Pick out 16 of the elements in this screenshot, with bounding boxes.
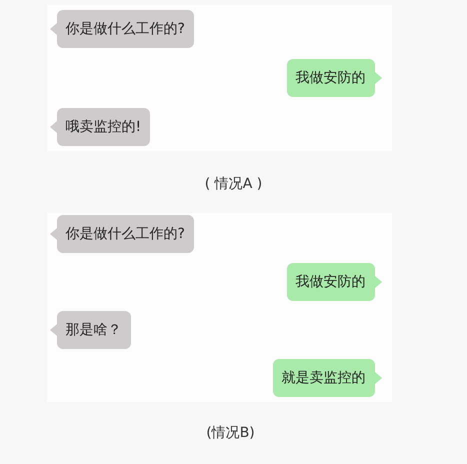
message-bubble: 那是啥？ <box>56 311 130 349</box>
caption: (情况B) <box>206 424 255 442</box>
bubble-tail-icon <box>50 23 56 35</box>
bubble-tail-icon <box>50 228 56 240</box>
message-bubble: 我做安防的 <box>286 263 374 301</box>
bubble-tail-icon <box>374 372 382 384</box>
bubble-tail-icon <box>374 276 382 288</box>
caption: ( 情况A ) <box>204 175 262 193</box>
bubble-tail-icon <box>50 324 56 336</box>
message-bubble: 就是卖监控的 <box>272 359 374 397</box>
message-bubble: 你是做什么工作的? <box>56 10 194 48</box>
bubble-tail-icon <box>374 72 382 84</box>
bubble-tail-icon <box>50 121 56 133</box>
message-bubble: 你是做什么工作的? <box>56 215 194 253</box>
message-bubble: 哦卖监控的! <box>56 108 150 146</box>
message-bubble: 我做安防的 <box>286 59 374 97</box>
